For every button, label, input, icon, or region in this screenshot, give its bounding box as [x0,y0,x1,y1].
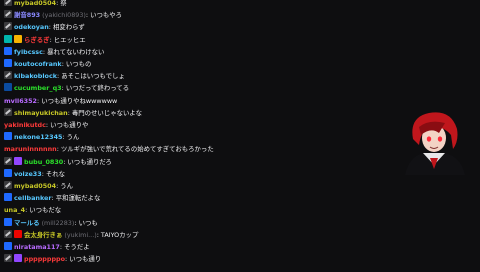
streamer-avatar [399,105,469,175]
chat-username[interactable]: 会太身行きぁ [24,231,62,239]
chat-message[interactable]: マールる (mill2283): いつも [4,217,98,229]
chat-username[interactable]: kibakoblock [14,72,57,80]
blue-badge-icon [4,46,12,55]
chat-message[interactable]: 会太身行きぁ (yukimi...): TAIYOカップ [4,229,139,241]
chat-message[interactable]: cucumber_q3: いつだって終わってる [4,83,129,94]
blue-badge-icon [4,193,12,202]
chat-message[interactable]: yakinikutdc: いつも通りや [4,120,88,131]
chat-username[interactable]: koutocofrank [14,60,62,68]
chat-message-text: あそこはいつもでしょ [61,72,125,81]
chat-message-text: いつも通り [69,255,102,264]
sword-badge-icon [4,181,12,189]
sword-badge-icon [4,229,12,238]
purple-badge-icon [14,156,22,165]
chat-username[interactable]: ppppppppo [24,255,65,263]
chat-message[interactable]: 謝音893 (yakichi0893): いつもやろ [4,10,122,21]
chat-username[interactable]: cucumber_q3 [14,84,62,92]
chat-login-name: (yukimi...) [64,230,97,239]
chat-username[interactable]: una_4 [4,206,25,214]
prime-badge-icon [4,83,12,92]
chat-message[interactable]: mybad0504: うん [4,181,73,192]
chat-message[interactable]: koutocofrank: いつもの [4,59,91,70]
chat-message-text: TAIYOカップ [100,230,139,239]
chat-message[interactable]: bubu_0830: いつも通りだろ [4,156,112,168]
chat-message-text: いつもやろ [90,11,123,20]
chat-message-text: 毒門のせいじゃないよな [71,108,143,117]
chat-username[interactable]: mybad0504 [14,182,56,190]
chat-message[interactable]: niratama117: そうだよ [4,242,90,253]
sword-badge-icon [4,22,12,31]
chat-message[interactable]: らぎるぎ: ヒエッヒエ [4,34,86,46]
chat-message-text: いつもだな [29,206,62,215]
chat-message-text: いつも通りだろ [67,157,112,166]
chat-message[interactable]: nekone12345: うん [4,132,79,143]
chat-message-text: ヒエッヒエ [53,35,86,44]
chat-message-text: いつもの [65,60,92,68]
chat-message-text: いつも通りや [50,121,89,129]
chat-username[interactable]: niratama117 [14,243,60,251]
chat-message[interactable]: cellbanker: 平和運転だよな [4,193,100,204]
chat-login-name: (mill2283) [41,218,75,227]
chat-message-text: いつも通りやねwwwwww [41,96,118,105]
blue-badge-icon [4,242,12,250]
blue-badge-icon [4,132,12,141]
chat-message-text: ツルギが強いで荒れてるの始めてすぎておもろかった [60,145,214,154]
chat-message[interactable]: mvll6352: いつも通りやねwwwwww [4,96,117,107]
chat-message[interactable]: fyibcssc: 暴れてないわけない [4,46,105,58]
chat-username[interactable]: マールる [14,219,40,227]
chat-message-text: 暴れてないわけない [47,47,105,56]
chat-username[interactable]: bubu_0830 [24,158,63,166]
chat-username[interactable]: voize33 [14,170,42,178]
star-badge-icon [14,34,22,43]
chat-message[interactable]: mybad0504: 祭 [4,0,67,9]
red-badge-icon [14,229,22,238]
chat-username[interactable]: cellbanker [14,194,52,202]
chat-message[interactable]: ppppppppo: いつも通り [4,254,101,265]
sword-badge-icon [4,71,12,80]
chat-message[interactable]: odekoyan: 相変わらず [4,22,85,33]
chat-message[interactable]: voize33: それな [4,168,66,180]
chat-username[interactable]: らぎるぎ [24,36,50,44]
sword-badge-icon [4,254,12,263]
chat-message-text: それな [45,169,66,178]
purple-badge-icon [14,254,22,263]
chat-message[interactable]: shimayukichan: 毒門のせいじゃないよな [4,107,143,119]
blue-badge-icon [4,217,12,226]
chat-username[interactable]: odekoyan [14,23,49,31]
chat-username[interactable]: yakinikutdc [4,121,46,129]
sword-badge-icon [4,10,12,19]
chat-username[interactable]: maruninnnnnn [4,145,57,153]
chat-message[interactable]: una_4: いつもだな [4,205,61,216]
chat-message-text: うん [60,182,74,190]
chat-username[interactable]: mvll6352 [4,97,37,105]
blue-badge-icon [4,168,12,177]
sword-badge-icon [4,156,12,165]
sword-badge-icon [4,107,12,116]
chat-username[interactable]: shimayukichan [14,109,68,117]
chat-message-text: うん [66,133,80,142]
blue-badge-icon [4,59,12,67]
chat-message-text: いつも [78,218,98,227]
chat-message-text: 相変わらず [52,23,85,32]
chat-log: mybad0504: 祭謝音893 (yakichi0893): いつもやろ ode… [0,0,400,272]
chat-username[interactable]: fyibcssc [14,48,43,56]
chat-message[interactable]: kibakoblock: あそこはいつもでしょ [4,71,125,82]
chat-message-text: 平和運転だよな [55,194,101,203]
chat-username[interactable]: nekone12345 [14,133,62,141]
chat-message-text: そうだよ [64,243,90,251]
sword-badge-icon [4,0,12,6]
chat-message-text: いつだって終わってる [65,84,130,93]
chat-login-name: (yakichi0893) [42,11,86,20]
chat-username[interactable]: mybad0504 [14,0,56,7]
chat-message-text: 祭 [60,0,67,7]
chat-username[interactable]: 謝音893 [14,11,40,19]
chat-message[interactable]: maruninnnnnn: ツルギが強いで荒れてるの始めてすぎておもろかった [4,144,214,155]
cyan-badge-icon [4,34,12,43]
